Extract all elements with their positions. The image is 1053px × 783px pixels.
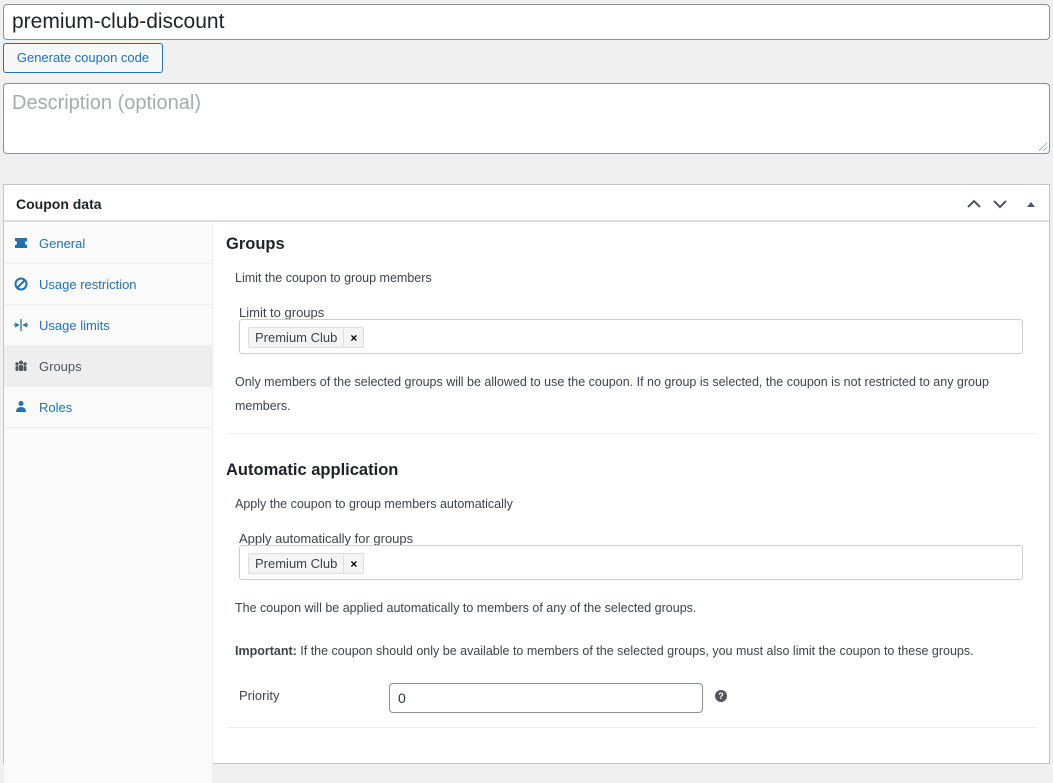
ticket-icon bbox=[15, 238, 27, 248]
toggle-panel-button[interactable] bbox=[1021, 194, 1041, 214]
groups-note-line2: members. bbox=[235, 399, 291, 413]
move-down-button[interactable] bbox=[990, 194, 1010, 214]
groups-intro: Limit the coupon to group members bbox=[235, 271, 432, 285]
tab-general[interactable]: General bbox=[4, 223, 213, 264]
chevron-up-icon bbox=[967, 199, 981, 208]
tab-groups[interactable]: Groups bbox=[4, 346, 213, 387]
apply-automatically-label: Apply automatically for groups bbox=[239, 531, 414, 546]
priority-label: Priority bbox=[239, 688, 280, 703]
remove-chip-icon[interactable]: × bbox=[343, 555, 357, 574]
groups-icon bbox=[15, 360, 27, 371]
coupon-code-input[interactable]: premium-club-discount bbox=[3, 4, 1050, 40]
coupon-data-panel: Coupon data General Usage restriction Us… bbox=[3, 184, 1050, 783]
apply-automatically-select[interactable]: Premium Club × bbox=[239, 545, 1023, 580]
tab-roles-label: Roles bbox=[39, 400, 73, 415]
tab-usage-restriction-label: Usage restriction bbox=[39, 277, 137, 292]
triangle-up-icon bbox=[1027, 202, 1035, 207]
description-placeholder: Description (optional) bbox=[12, 92, 201, 114]
user-icon bbox=[16, 401, 26, 412]
ban-icon bbox=[14, 277, 28, 291]
resize-grip-icon[interactable] bbox=[1039, 143, 1047, 151]
help-tip-icon[interactable]: ? bbox=[715, 690, 727, 702]
tab-general-label: General bbox=[39, 236, 86, 251]
groups-heading: Groups bbox=[226, 235, 285, 253]
auto-intro: Apply the coupon to group members automa… bbox=[235, 497, 513, 511]
chevron-down-icon bbox=[993, 200, 1007, 209]
limit-to-groups-select[interactable]: Premium Club × bbox=[239, 319, 1023, 354]
panel-title: Coupon data bbox=[16, 196, 102, 212]
tab-roles[interactable]: Roles bbox=[4, 387, 213, 428]
tab-usage-restriction[interactable]: Usage restriction bbox=[4, 264, 213, 305]
selected-group-chip: Premium Club × bbox=[248, 327, 365, 348]
important-label: Important: bbox=[235, 644, 297, 658]
remove-chip-icon[interactable]: × bbox=[343, 329, 357, 348]
panel-header: Coupon data bbox=[4, 185, 1049, 222]
limit-to-groups-label: Limit to groups bbox=[239, 305, 325, 320]
coupon-data-tabs: General Usage restriction Usage limits G… bbox=[4, 223, 213, 783]
auto-note: The coupon will be applied automatically… bbox=[235, 601, 697, 615]
move-up-button[interactable] bbox=[964, 194, 984, 214]
section-divider bbox=[227, 433, 1037, 434]
groups-note-line1: Only members of the selected groups will… bbox=[235, 375, 989, 389]
groups-panel-content: Groups Limit the coupon to group members… bbox=[214, 223, 1050, 783]
chip-label: Premium Club bbox=[255, 556, 338, 571]
chip-label: Premium Club bbox=[255, 330, 338, 345]
generate-coupon-code-button[interactable]: Generate coupon code bbox=[3, 43, 163, 73]
tab-usage-limits[interactable]: Usage limits bbox=[4, 305, 213, 346]
automatic-application-heading: Automatic application bbox=[226, 461, 399, 479]
section-divider-bottom bbox=[227, 727, 1037, 728]
tab-usage-limits-label: Usage limits bbox=[39, 318, 110, 333]
description-textarea[interactable]: Description (optional) bbox=[3, 83, 1050, 154]
important-note: Important: If the coupon should only be … bbox=[235, 644, 974, 658]
important-text: If the coupon should only be available t… bbox=[296, 644, 974, 658]
selected-group-chip: Premium Club × bbox=[248, 553, 365, 574]
priority-input[interactable]: 0 bbox=[389, 683, 703, 713]
tab-groups-label: Groups bbox=[39, 359, 82, 374]
limits-icon bbox=[14, 319, 28, 331]
